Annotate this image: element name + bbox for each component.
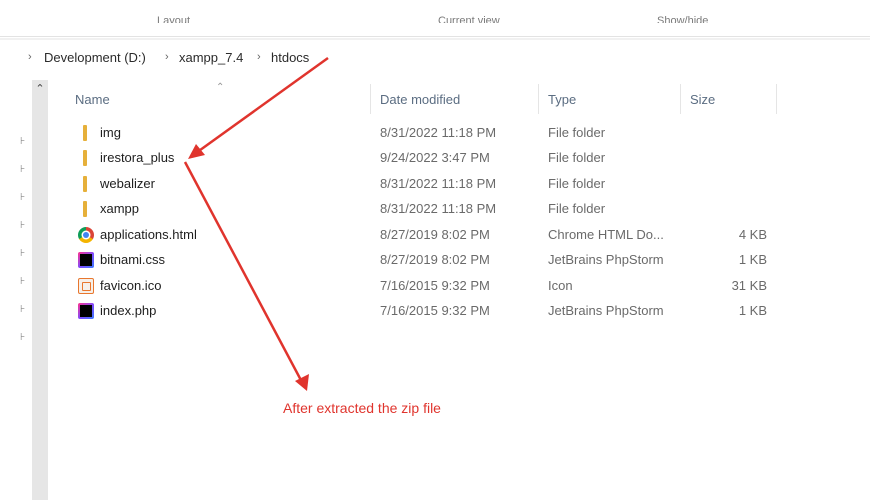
annotation-text: After extracted the zip file: [283, 400, 441, 416]
annotation-arrows: [183, 56, 329, 391]
arrow-head-icon: [188, 144, 205, 159]
arrow-to-annotation: [183, 161, 305, 385]
arrow-head-icon: [295, 374, 309, 391]
arrow-to-irestora-folder: [195, 56, 329, 155]
